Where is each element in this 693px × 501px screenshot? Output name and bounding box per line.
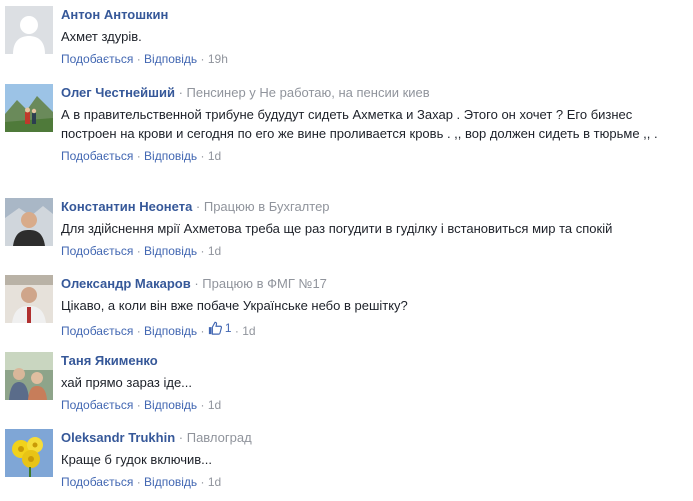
timestamp[interactable]: 1d	[208, 475, 221, 489]
comment-text: хай прямо зараз іде...	[61, 375, 193, 390]
like-button[interactable]: Подобається	[61, 149, 133, 163]
separator: ·	[197, 475, 208, 489]
comment: Константин Неонета · Працюю в Бухгалтер …	[0, 198, 693, 268]
reply-button[interactable]: Відповідь	[144, 149, 197, 163]
profile-photo-mountains	[5, 84, 53, 132]
comment-text: Для здійснення мрії Ахметова треба ще ра…	[61, 221, 613, 236]
separator: ·	[197, 149, 208, 163]
comment-text: А в правительственной трибуне будудут си…	[61, 107, 658, 141]
separator: ·	[175, 430, 187, 445]
author-name[interactable]: Oleksandr Trukhin	[61, 430, 175, 445]
reply-button[interactable]: Відповідь	[144, 475, 197, 489]
comment-text: Цікаво, а коли він вже побаче Українське…	[61, 298, 408, 313]
comment-text: Ахмет здурів.	[61, 29, 142, 44]
timestamp[interactable]: 1d	[208, 398, 221, 412]
reply-button[interactable]: Відповідь	[144, 324, 197, 338]
separator: ·	[192, 199, 204, 214]
separator: ·	[197, 244, 208, 258]
profile-photo-man	[5, 275, 53, 323]
comment: Oleksandr Trukhin · Павлоград Краще б гу…	[0, 429, 693, 499]
separator: ·	[197, 52, 208, 66]
comment: Антон Антошкин Ахмет здурів. Подобається…	[0, 6, 693, 76]
separator: ·	[174, 85, 187, 100]
profile-photo-family	[5, 352, 53, 400]
like-button[interactable]: Подобається	[61, 398, 133, 412]
avatar[interactable]	[5, 84, 53, 132]
reply-button[interactable]: Відповідь	[144, 244, 197, 258]
profile-photo-man	[5, 198, 53, 246]
avatar[interactable]	[5, 275, 53, 323]
thumbs-up-icon	[208, 321, 222, 335]
like-button[interactable]: Подобається	[61, 52, 133, 66]
comment: Олег Честнейший · Пенсинер у Не работаю,…	[0, 84, 693, 190]
separator: ·	[231, 324, 243, 338]
avatar[interactable]	[5, 198, 53, 246]
separator: ·	[133, 475, 145, 489]
separator: ·	[197, 324, 208, 338]
avatar[interactable]	[5, 352, 53, 400]
author-workplace[interactable]: Пенсинер у Не работаю, на пенсии киев	[187, 85, 430, 100]
timestamp[interactable]: 19h	[208, 52, 228, 66]
author-workplace[interactable]: Працюю в Бухгалтер	[204, 199, 330, 214]
comment: Олександр Макаров · Працюю в ФМГ №17 Цік…	[0, 275, 693, 345]
profile-photo-flowers	[5, 429, 53, 477]
timestamp[interactable]: 1d	[208, 149, 221, 163]
like-button[interactable]: Подобається	[61, 244, 133, 258]
separator: ·	[190, 276, 203, 291]
separator: ·	[133, 244, 145, 258]
author-name[interactable]: Константин Неонета	[61, 199, 192, 214]
separator: ·	[133, 398, 145, 412]
like-button[interactable]: Подобається	[61, 475, 133, 489]
author-name[interactable]: Таня Якименко	[61, 353, 158, 368]
author-name[interactable]: Антон Антошкин	[61, 7, 168, 22]
avatar[interactable]	[5, 6, 53, 54]
author-location[interactable]: Павлоград	[187, 430, 252, 445]
separator: ·	[197, 398, 208, 412]
timestamp[interactable]: 1d	[208, 244, 221, 258]
avatar[interactable]	[5, 429, 53, 477]
timestamp[interactable]: 1d	[242, 324, 255, 338]
default-profile-icon	[5, 6, 53, 54]
like-button[interactable]: Подобається	[61, 324, 133, 338]
author-workplace[interactable]: Працюю в ФМГ №17	[202, 276, 327, 291]
separator: ·	[133, 52, 145, 66]
reply-button[interactable]: Відповідь	[144, 398, 197, 412]
separator: ·	[133, 324, 145, 338]
reply-button[interactable]: Відповідь	[144, 52, 197, 66]
like-count[interactable]: 1	[208, 320, 232, 336]
like-count-value: 1	[224, 321, 232, 335]
comment: Таня Якименко хай прямо зараз іде... Под…	[0, 352, 693, 422]
comment-text: Краще б гудок включив...	[61, 452, 212, 467]
author-name[interactable]: Олег Честнейший	[61, 85, 175, 100]
separator: ·	[133, 149, 145, 163]
author-name[interactable]: Олександр Макаров	[61, 276, 191, 291]
